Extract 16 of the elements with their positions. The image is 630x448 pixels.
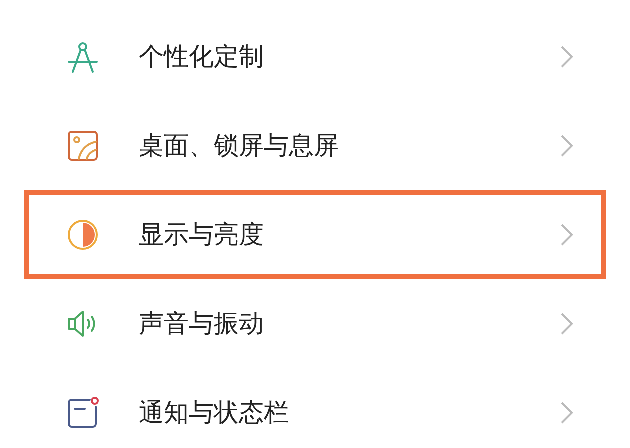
item-label: 通知与状态栏 — [139, 396, 290, 429]
settings-item[interactable]: 个性化定制 — [24, 12, 606, 101]
chevron-right-icon — [561, 402, 573, 424]
item-label: 显示与亮度 — [139, 218, 265, 251]
settings-item[interactable]: 声音与振动 — [24, 279, 606, 368]
settings-item[interactable]: 桌面、锁屏与息屏 — [24, 101, 606, 190]
item-label: 桌面、锁屏与息屏 — [139, 130, 340, 162]
settings-item[interactable]: 通知与状态栏 — [24, 368, 606, 448]
chevron-right-icon — [561, 134, 573, 156]
chevron-right-icon — [561, 224, 573, 246]
chevron-right-icon — [561, 312, 573, 334]
settings-item[interactable]: 显示与亮度 — [24, 190, 606, 279]
item-label: 个性化定制 — [139, 40, 265, 73]
notification-icon — [65, 394, 101, 430]
chevron-right-icon — [561, 46, 573, 68]
item-label: 声音与振动 — [139, 308, 265, 340]
